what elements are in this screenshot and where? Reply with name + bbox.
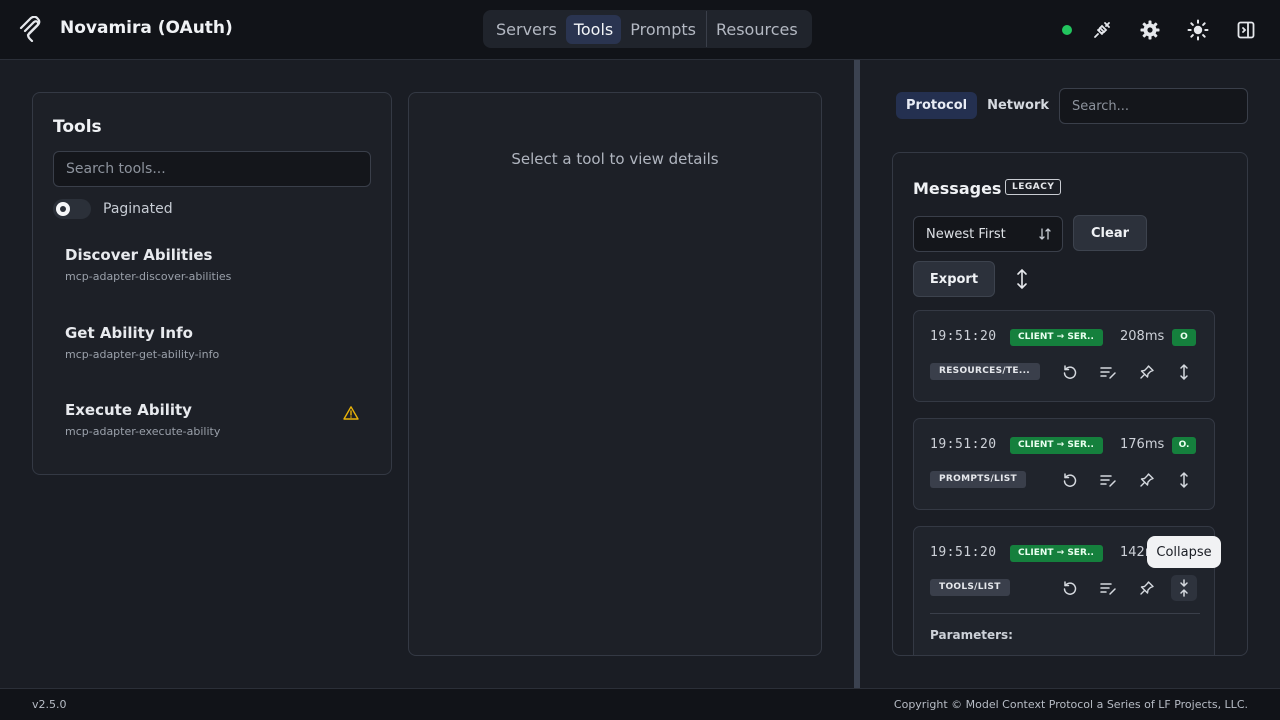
expand-icon [1180,363,1188,381]
sidebar-toggle-icon[interactable] [1234,18,1258,42]
replay-icon [1063,581,1077,595]
collapse-tooltip: Collapse [1147,536,1221,568]
messages-panel: Messages LEGACY Newest First Clear Expor… [892,152,1248,656]
edit-list-icon [1100,583,1116,595]
app-title: Novamira (OAuth) [60,18,233,38]
tab-prompts[interactable]: Prompts [622,15,704,44]
pin-button[interactable] [1134,359,1160,385]
export-button[interactable]: Export [913,261,995,297]
pin-icon [1140,365,1154,379]
direction-badge: CLIENT → SER.. [1010,329,1103,346]
message-time: 19:51:20 [930,437,997,452]
copyright-text: Copyright © Model Context Protocol a Ser… [893,698,1248,711]
tool-item-execute-ability[interactable]: Execute Ability mcp-adapter-execute-abil… [53,391,371,455]
collapse-icon [1180,579,1188,597]
tool-detail-panel: Select a tool to view details [408,92,822,656]
clear-button[interactable]: Clear [1073,215,1147,251]
paginated-label: Paginated [103,201,173,217]
message-time: 19:51:20 [930,329,997,344]
replay-button[interactable] [1057,359,1083,385]
sort-order-value: Newest First [926,227,1006,242]
nav-divider [705,11,707,47]
mcp-logo-icon[interactable] [18,16,44,42]
tab-protocol[interactable]: Protocol [896,92,978,119]
sort-arrows-icon [1039,228,1051,240]
connection-status-indicator [1062,25,1072,35]
message-duration: 208ms [1120,329,1165,344]
status-badge: O [1172,329,1196,346]
tool-item-get-ability-info[interactable]: Get Ability Info mcp-adapter-get-ability… [53,314,371,378]
message-card[interactable]: 19:51:20 CLIENT → SER.. 208ms O RESOURCE… [913,310,1215,402]
app-header: Novamira (OAuth) Servers Tools Prompts R… [0,0,1280,60]
main-nav: Servers Tools Prompts Resources [483,10,812,48]
expand-button[interactable] [1171,467,1197,493]
connection-plug-icon[interactable] [1090,18,1114,42]
replay-icon [1063,365,1077,379]
sun-icon[interactable] [1186,18,1210,42]
method-badge: RESOURCES/TE... [930,363,1040,380]
pin-icon [1140,473,1154,487]
expand-button[interactable] [1171,359,1197,385]
tab-tools[interactable]: Tools [565,14,622,44]
pin-button[interactable] [1134,575,1160,601]
pin-button[interactable] [1134,467,1160,493]
tool-item-discover-abilities[interactable]: Discover Abilities mcp-adapter-discover-… [53,236,371,300]
direction-badge: CLIENT → SER.. [1010,437,1103,454]
version-label: v2.5.0 [32,698,67,711]
replay-icon [1063,473,1077,487]
message-duration: 142r [1120,545,1151,560]
edit-request-button[interactable] [1095,467,1121,493]
gear-icon[interactable] [1138,18,1162,42]
replay-button[interactable] [1057,575,1083,601]
sort-order-select[interactable]: Newest First [913,216,1063,252]
history-tabs: Protocol Network [896,92,1059,119]
method-badge: TOOLS/LIST [930,579,1010,596]
tool-name: Get Ability Info [65,324,193,342]
tab-servers[interactable]: Servers [488,15,565,44]
expand-all-icon[interactable] [1011,267,1033,291]
panel-resize-handle[interactable] [854,60,860,688]
paginated-toggle[interactable] [53,199,91,219]
history-search-input[interactable] [1059,88,1248,124]
direction-badge: CLIENT → SER.. [1010,545,1103,562]
method-badge: PROMPTS/LIST [930,471,1026,488]
tool-id: mcp-adapter-execute-ability [65,425,221,438]
status-badge: O. [1172,437,1196,454]
tab-network[interactable]: Network [977,92,1059,119]
edit-request-button[interactable] [1095,359,1121,385]
tool-id: mcp-adapter-discover-abilities [65,270,232,283]
tools-search-input[interactable] [53,151,371,187]
message-time: 19:51:20 [930,545,997,560]
pin-icon [1140,581,1154,595]
message-duration: 176ms [1120,437,1165,452]
edit-list-icon [1100,475,1116,487]
edit-request-button[interactable] [1095,575,1121,601]
parameters-label: Parameters: [930,628,1013,642]
legacy-badge: LEGACY [1005,179,1062,195]
replay-button[interactable] [1057,467,1083,493]
app-footer: v2.5.0 Copyright © Model Context Protoco… [0,688,1280,720]
message-card[interactable]: 19:51:20 CLIENT → SER.. 176ms O. PROMPTS… [913,418,1215,510]
detail-empty-message: Select a tool to view details [511,150,719,168]
edit-list-icon [1100,367,1116,379]
toggle-knob [56,202,70,216]
expand-icon [1180,471,1188,489]
warning-icon [343,406,359,420]
card-divider [930,613,1200,614]
tool-name: Discover Abilities [65,246,213,264]
messages-title: Messages [913,179,1002,198]
tool-id: mcp-adapter-get-ability-info [65,348,220,361]
tools-title: Tools [53,117,102,137]
tab-resources[interactable]: Resources [708,15,806,44]
collapse-button[interactable] [1171,575,1197,601]
tools-panel: Tools Paginated Discover Abilities mcp-a… [32,92,392,475]
tool-name: Execute Ability [65,401,192,419]
